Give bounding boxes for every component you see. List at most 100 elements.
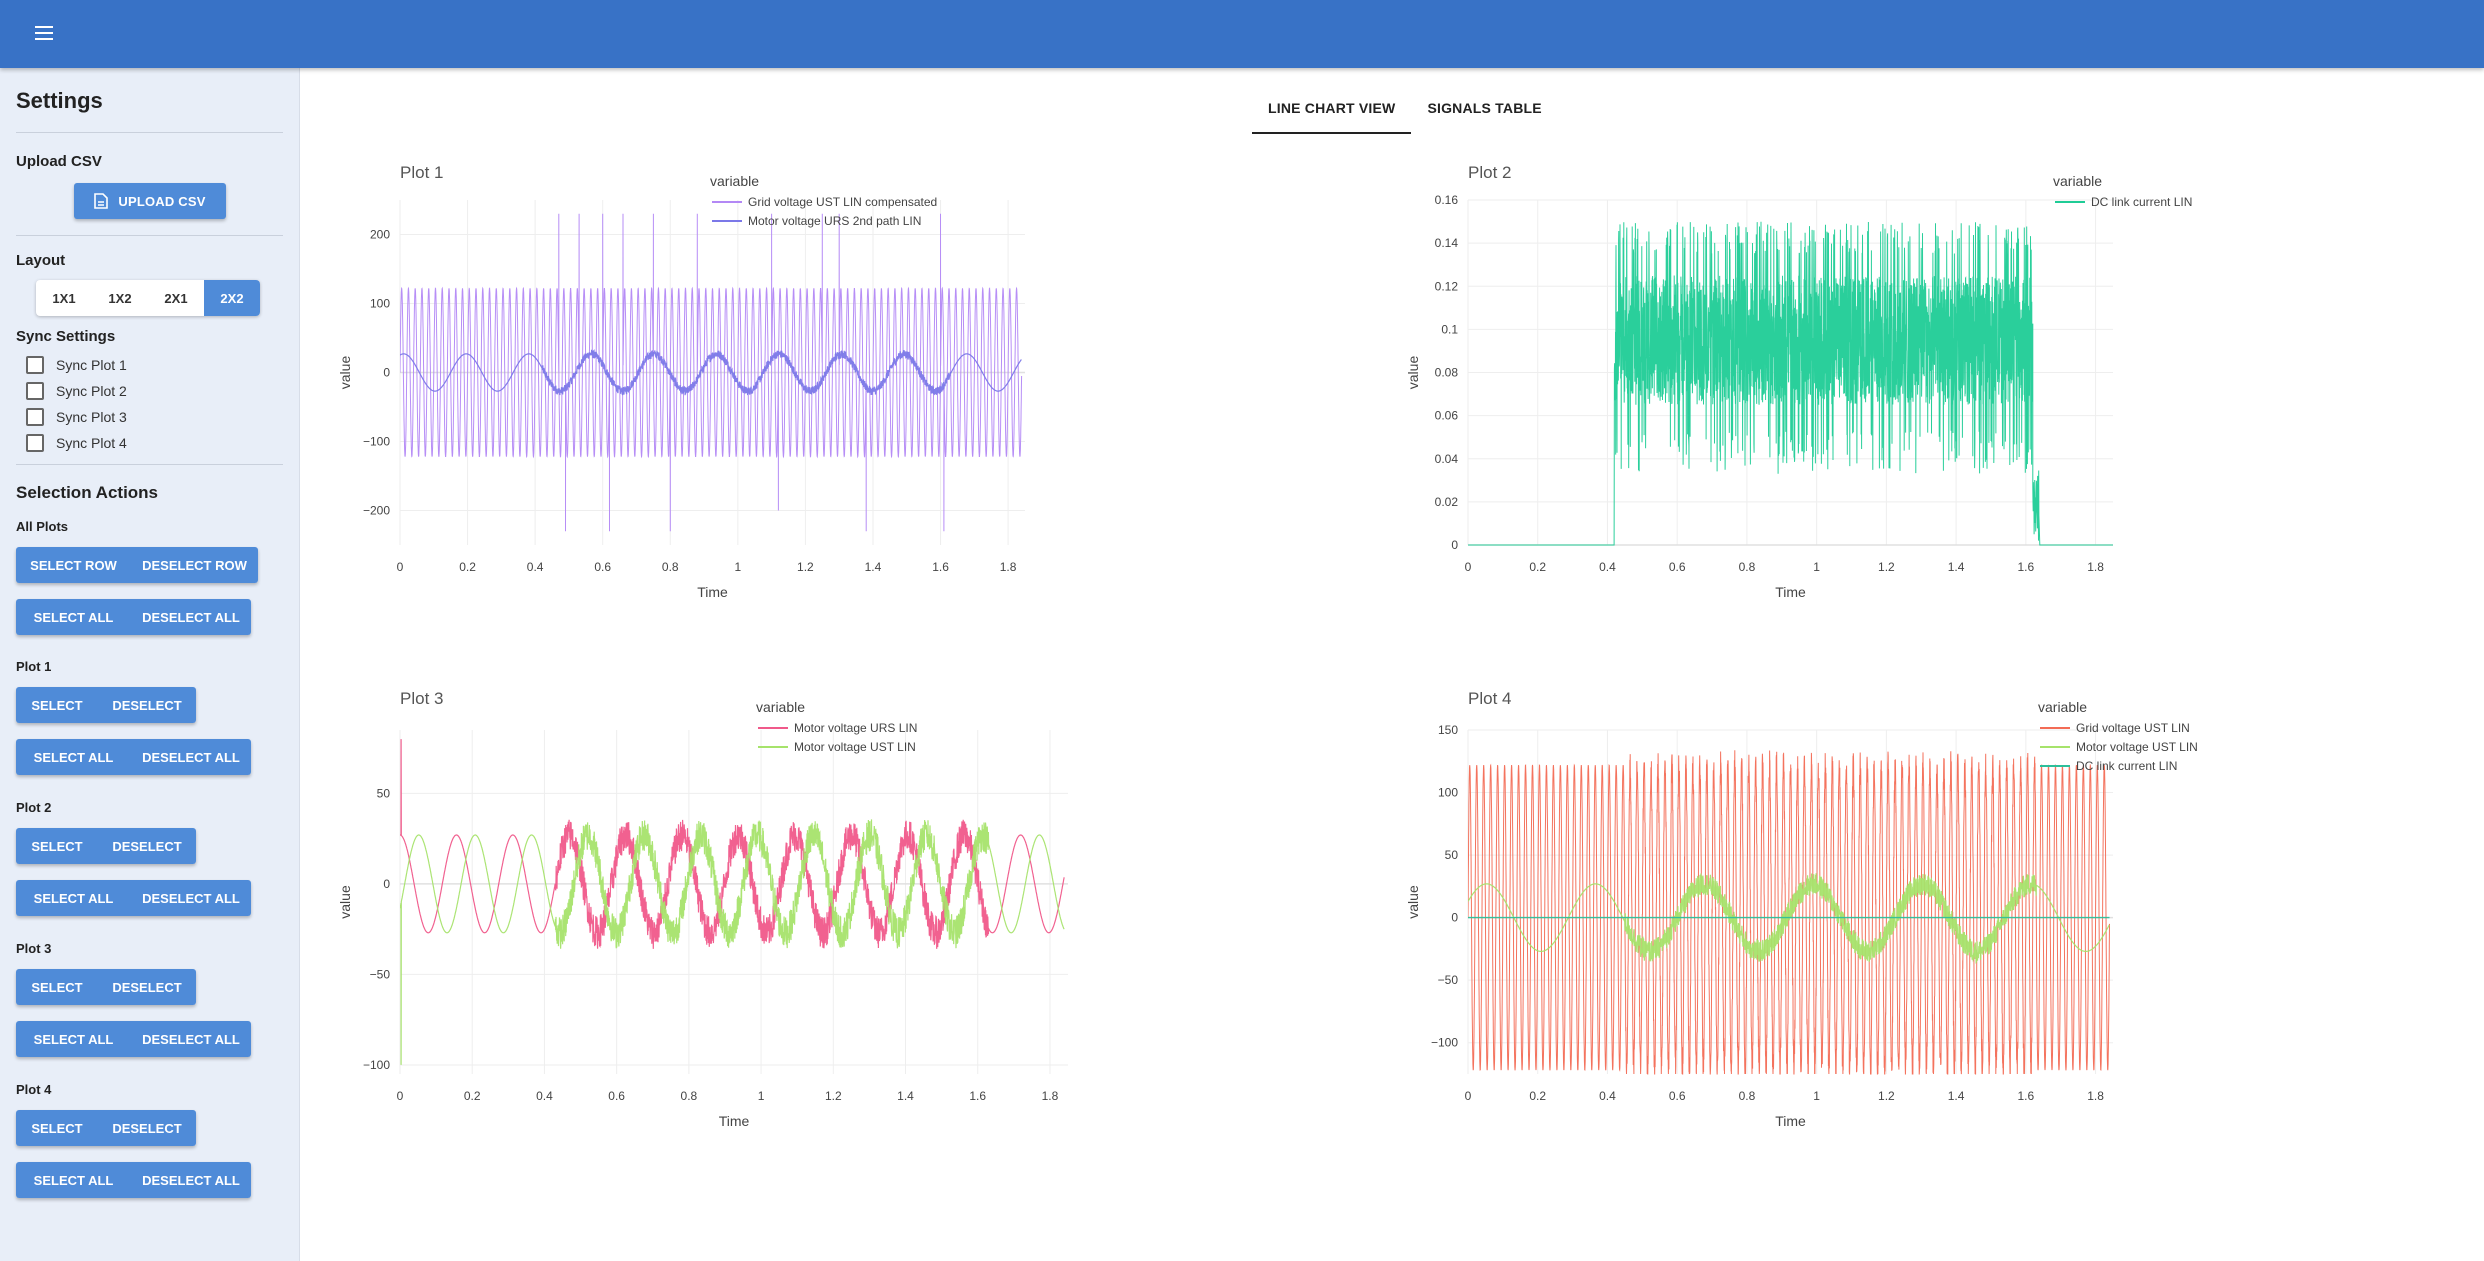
x-tick-label: 0.6 <box>1669 560 1686 574</box>
x-tick-label: 0 <box>1465 560 1472 574</box>
tab-line-chart-view[interactable]: LINE CHART VIEW <box>1252 92 1412 134</box>
upload-heading: Upload CSV <box>16 153 102 170</box>
y-tick-label: 200 <box>370 228 390 242</box>
y-tick-label: 150 <box>1438 723 1458 737</box>
file-upload-icon <box>94 193 109 209</box>
layout-option-2x1[interactable]: 2X1 <box>148 280 204 316</box>
plot-3-actions: Plot 3 SELECT DESELECT SELECT ALL DESELE… <box>16 941 283 1082</box>
x-tick-label: 1.8 <box>2087 1089 2104 1103</box>
plot-3-deselect-all-button[interactable]: DESELECT ALL <box>131 1021 251 1057</box>
plot-2-actions: Plot 2 SELECT DESELECT SELECT ALL DESELE… <box>16 800 283 941</box>
plot-3-deselect-button[interactable]: DESELECT <box>98 969 196 1005</box>
plot-1-heading: Plot 1 <box>16 659 52 674</box>
plot-4-chart[interactable]: Plot 4 0 0.2 0.4 0.6 0.8 1 1.2 1.4 1.6 1.8 −100 −50 0… <box>1388 666 2480 1186</box>
plot-4-select-all-button[interactable]: SELECT ALL <box>16 1162 131 1198</box>
y-tick-label: 0 <box>1451 538 1458 552</box>
y-tick-label: 50 <box>1445 848 1459 862</box>
y-tick-label: −100 <box>363 435 390 449</box>
plot-2-select-all-button[interactable]: SELECT ALL <box>16 880 131 916</box>
y-tick-label: 0.02 <box>1435 495 1459 509</box>
x-tick-label: 0.6 <box>608 1089 625 1103</box>
plot-2-deselect-button[interactable]: DESELECT <box>98 828 196 864</box>
plot-1-chart[interactable]: Plot 1 0 0.2 0.4 0.6 0.8 1 1.2 1.4 1.6 1.8 −200 −100… <box>320 150 1380 660</box>
plot-4-all-group: SELECT ALL DESELECT ALL <box>16 1162 251 1198</box>
plot-1-select-button[interactable]: SELECT <box>16 687 98 723</box>
sync-plot-2-row[interactable]: Sync Plot 2 <box>16 378 283 404</box>
selection-heading: Selection Actions <box>16 483 159 502</box>
y-tick-label: −50 <box>1438 973 1459 987</box>
plot-2-chart[interactable]: Plot 2 0 0.2 0.4 0.6 0.8 1 1.2 1.4 1.6 1.8 0 0.02 0.0… <box>1388 150 2480 660</box>
sync-plot-3-label: Sync Plot 3 <box>56 409 127 425</box>
y-tick-label: 50 <box>377 786 391 800</box>
series-line <box>1468 221 2113 546</box>
divider <box>16 235 283 236</box>
plot-1-select-group: SELECT DESELECT <box>16 687 196 723</box>
divider <box>16 464 283 465</box>
select-all-button[interactable]: SELECT ALL <box>16 599 131 635</box>
y-tick-label: −50 <box>370 967 391 981</box>
divider <box>16 132 283 133</box>
plot-2-deselect-all-button[interactable]: DESELECT ALL <box>131 880 251 916</box>
legend-title: variable <box>710 173 759 189</box>
x-tick-label: 0.2 <box>1529 1089 1546 1103</box>
layout-option-2x2[interactable]: 2X2 <box>204 280 260 316</box>
deselect-all-button[interactable]: DESELECT ALL <box>131 599 251 635</box>
sync-plot-4-checkbox[interactable] <box>26 434 44 452</box>
plot-title: Plot 3 <box>400 689 443 708</box>
x-tick-label: 0.8 <box>681 1089 698 1103</box>
x-tick-label: 1.4 <box>1948 560 1965 574</box>
x-tick-label: 0.8 <box>1739 1089 1756 1103</box>
plot-4-select-group: SELECT DESELECT <box>16 1110 196 1146</box>
x-tick-label: 1.2 <box>1878 560 1895 574</box>
plot-3-heading: Plot 3 <box>16 941 52 956</box>
x-tick-label: 1.4 <box>897 1089 914 1103</box>
y-tick-label: 0.06 <box>1435 409 1459 423</box>
plot-1-deselect-button[interactable]: DESELECT <box>98 687 196 723</box>
plot-title: Plot 2 <box>1468 163 1511 182</box>
y-tick-label: 0.04 <box>1435 452 1459 466</box>
y-tick-label: 100 <box>370 297 390 311</box>
plot-4-deselect-button[interactable]: DESELECT <box>98 1110 196 1146</box>
plot-4-deselect-all-button[interactable]: DESELECT ALL <box>131 1162 251 1198</box>
plot-3-chart[interactable]: Plot 3 0 0.2 0.4 0.6 0.8 1 1.2 1.4 1.6 1.8 −100 −50 0… <box>320 666 1380 1186</box>
plot-3-select-button[interactable]: SELECT <box>16 969 98 1005</box>
plot-1-select-all-button[interactable]: SELECT ALL <box>16 739 131 775</box>
plot-1-deselect-all-button[interactable]: DESELECT ALL <box>131 739 251 775</box>
tab-signals-table[interactable]: SIGNALS TABLE <box>1411 92 1557 134</box>
x-tick-label: 0.6 <box>594 560 611 574</box>
plot-4-select-button[interactable]: SELECT <box>16 1110 98 1146</box>
x-tick-label: 1.6 <box>2017 1089 2034 1103</box>
all-plots-row-group: SELECT ROW DESELECT ROW <box>16 547 258 583</box>
sync-plot-1-checkbox[interactable] <box>26 356 44 374</box>
x-tick-label: 0 <box>397 560 404 574</box>
y-tick-label: 0.08 <box>1435 366 1459 380</box>
x-tick-label: 1.2 <box>825 1089 842 1103</box>
select-row-button[interactable]: SELECT ROW <box>16 547 131 583</box>
sync-plot-2-checkbox[interactable] <box>26 382 44 400</box>
x-axis-label: Time <box>1775 584 1806 600</box>
hamburger-menu-icon[interactable] <box>30 22 58 46</box>
sync-plot-3-row[interactable]: Sync Plot 3 <box>16 404 283 430</box>
x-axis-label: Time <box>1775 1113 1806 1129</box>
y-tick-label: 0 <box>1451 911 1458 925</box>
layout-option-1x2[interactable]: 1X2 <box>92 280 148 316</box>
view-tabs: LINE CHART VIEW SIGNALS TABLE <box>1252 92 1558 134</box>
upload-csv-label: UPLOAD CSV <box>118 193 206 209</box>
sync-plot-3-checkbox[interactable] <box>26 408 44 426</box>
x-tick-label: 0.8 <box>662 560 679 574</box>
plot-3-select-all-button[interactable]: SELECT ALL <box>16 1021 131 1057</box>
sync-plot-1-row[interactable]: Sync Plot 1 <box>16 352 283 378</box>
legend-item: Motor voltage UST LIN <box>2076 740 2198 754</box>
y-tick-label: −100 <box>363 1058 390 1072</box>
sync-plot-4-row[interactable]: Sync Plot 4 <box>16 430 283 456</box>
plot-2-select-button[interactable]: SELECT <box>16 828 98 864</box>
deselect-row-button[interactable]: DESELECT ROW <box>131 547 258 583</box>
x-tick-label: 1 <box>734 560 741 574</box>
x-tick-label: 1.8 <box>2087 560 2104 574</box>
plot-1-all-group: SELECT ALL DESELECT ALL <box>16 739 251 775</box>
layout-option-1x1[interactable]: 1X1 <box>36 280 92 316</box>
x-tick-label: 0 <box>397 1089 404 1103</box>
upload-csv-button[interactable]: UPLOAD CSV <box>74 183 226 219</box>
plot-1-actions: Plot 1 SELECT DESELECT SELECT ALL DESELE… <box>16 659 283 800</box>
layout-toggle-group: 1X1 1X2 2X1 2X2 <box>36 280 260 316</box>
